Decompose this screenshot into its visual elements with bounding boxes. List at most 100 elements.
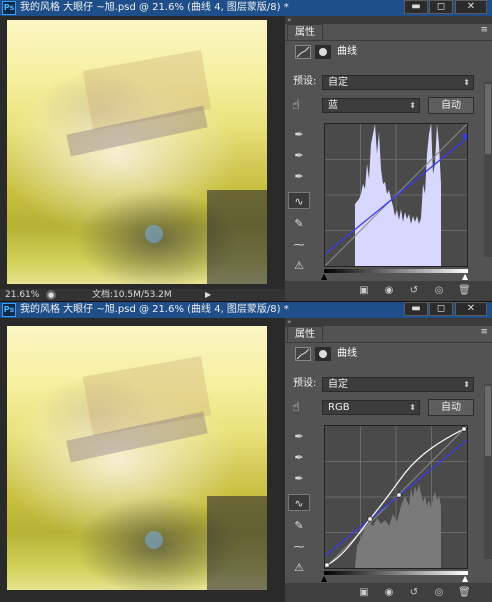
adjustment-name: 曲线 [337,46,357,57]
targeted-adjustment-hand-icon[interactable]: ☝ [292,98,300,113]
photoshop-app-icon: Ps [2,303,16,317]
document-window-top: Ps 我的风格 大眼仔 ~旭.psd @ 21.6% (曲线 4, 图层蒙版/8… [0,0,492,301]
maximize-button[interactable]: ◻ [429,302,453,316]
canvas-image[interactable] [7,20,267,284]
document-title: 我的风格 大眼仔 ~旭.psd @ 21.6% (曲线 4, 图层蒙版/8) * [20,2,289,13]
black-point-eyedropper-icon[interactable]: ✒ [288,126,310,143]
channel-value: RGB [328,402,350,413]
clip-to-layer-icon[interactable]: ▣ [358,285,370,297]
input-gradient-bar [324,269,468,273]
layer-mask-icon[interactable] [315,45,331,59]
view-previous-state-icon[interactable]: ◉ [383,587,395,599]
panel-topbar: « [285,16,492,24]
dropdown-arrow-icon: ⬍ [463,78,470,87]
scroll-thumb[interactable] [485,84,491,154]
clipping-warning-icon[interactable]: ⚠ [288,559,310,576]
adjustment-name: 曲线 [337,348,357,359]
play-icon[interactable]: ▶ [205,289,211,301]
properties-panel: « 属性 ≡ 曲线 预设: 自定 ⬍ ☝ 蓝 ⬍ 自动 ✒ ✒ ✒ ∿ ✎ ⁓ … [285,16,492,301]
channel-value: 蓝 [328,100,338,111]
white-point-slider[interactable]: ▲ [462,272,468,281]
title-bar[interactable]: Ps 我的风格 大眼仔 ~旭.psd @ 21.6% (曲线 4, 图层蒙版/8… [0,0,492,16]
panel-topbar: « [285,318,492,326]
trash-icon[interactable]: 🗑 [458,587,471,599]
document-size: 文档:10.5M/53.2M [92,290,172,300]
preset-value: 自定 [328,77,348,88]
divider [285,342,492,343]
view-previous-state-icon[interactable]: ◉ [383,285,395,297]
black-point-eyedropper-icon[interactable]: ✒ [288,428,310,445]
panel-scrollbar[interactable] [484,82,492,257]
edit-points-curve-icon[interactable]: ∿ [288,494,310,511]
document-window-bottom: Ps 我的风格 大眼仔 ~旭.psd @ 21.6% (曲线 4, 图层蒙版/8… [0,301,492,602]
reset-icon[interactable]: ↺ [408,285,420,297]
curve-point[interactable] [463,134,467,138]
title-bar[interactable]: Ps 我的风格 大眼仔 ~旭.psd @ 21.6% (曲线 4, 图层蒙版/8… [0,302,492,318]
status-bar: 21.61% ● 文档:10.5M/53.2M ▶ [0,289,285,301]
curve-point[interactable] [325,562,330,568]
curve-point[interactable] [461,426,467,432]
preset-label: 预设: [293,76,317,87]
status-info-icon[interactable]: ● [46,290,56,300]
close-button[interactable]: ✕ [455,0,487,14]
white-point-slider[interactable]: ▲ [462,574,468,583]
toggle-visibility-icon[interactable]: ◎ [433,285,445,297]
channel-dropdown[interactable]: 蓝 ⬍ [322,98,420,113]
panel-menu-icon[interactable]: ≡ [480,25,488,35]
layer-mask-icon[interactable] [315,347,331,361]
toggle-visibility-icon[interactable]: ◎ [433,587,445,599]
scroll-thumb[interactable] [485,386,491,456]
properties-panel: « 属性 ≡ 曲线 预设: 自定 ⬍ ☝ RGB ⬍ 自动 ✒ ✒ ✒ ∿ ✎ … [285,318,492,602]
pencil-draw-icon[interactable]: ✎ [288,517,310,534]
document-title: 我的风格 大眼仔 ~旭.psd @ 21.6% (曲线 4, 图层蒙版/8) * [20,304,289,315]
preset-dropdown[interactable]: 自定 ⬍ [322,75,474,90]
pencil-draw-icon[interactable]: ✎ [288,215,310,232]
maximize-button[interactable]: ◻ [429,0,453,14]
edit-points-curve-icon[interactable]: ∿ [288,192,310,209]
curve-point[interactable] [396,492,402,498]
trash-icon[interactable]: 🗑 [458,285,471,297]
smooth-curve-icon[interactable]: ⁓ [288,538,310,555]
gray-point-eyedropper-icon[interactable]: ✒ [288,147,310,164]
auto-button[interactable]: 自动 [428,97,474,114]
white-point-eyedropper-icon[interactable]: ✒ [288,168,310,185]
curves-graph-svg [325,124,467,266]
close-button[interactable]: ✕ [455,302,487,316]
dropdown-arrow-icon: ⬍ [409,403,416,412]
dropdown-arrow-icon: ⬍ [463,380,470,389]
gray-point-eyedropper-icon[interactable]: ✒ [288,449,310,466]
lens-flare [145,531,163,549]
preset-value: 自定 [328,379,348,390]
preset-dropdown[interactable]: 自定 ⬍ [322,377,474,392]
collapse-icon[interactable]: « [287,318,291,326]
curves-graph[interactable] [324,123,468,267]
minimize-button[interactable]: ▬ [404,0,428,14]
auto-button[interactable]: 自动 [428,399,474,416]
curves-adjustment-icon [295,347,311,361]
tab-properties[interactable]: 属性 [287,24,323,40]
canvas-image[interactable] [7,326,267,590]
curve-point[interactable] [367,516,373,522]
zoom-level[interactable]: 21.61% [5,289,39,301]
clipping-warning-icon[interactable]: ⚠ [288,257,310,274]
panel-scrollbar[interactable] [484,384,492,559]
panel-menu-icon[interactable]: ≡ [480,327,488,337]
curves-graph[interactable] [324,425,468,569]
tab-properties[interactable]: 属性 [287,326,323,342]
figure-silhouette [207,190,267,284]
input-gradient-bar [324,571,468,575]
dropdown-arrow-icon: ⬍ [409,101,416,110]
targeted-adjustment-hand-icon[interactable]: ☝ [292,400,300,415]
clip-to-layer-icon[interactable]: ▣ [358,587,370,599]
minimize-button[interactable]: ▬ [404,302,428,316]
preset-label: 预设: [293,378,317,389]
curves-graph-svg [325,426,467,568]
white-point-eyedropper-icon[interactable]: ✒ [288,470,310,487]
reset-icon[interactable]: ↺ [408,587,420,599]
collapse-icon[interactable]: « [287,16,291,24]
channel-dropdown[interactable]: RGB ⬍ [322,400,420,415]
black-point-slider[interactable]: ▲ [321,272,327,281]
smooth-curve-icon[interactable]: ⁓ [288,236,310,253]
black-point-slider[interactable]: ▲ [321,574,327,583]
panel-bottom-bar: ▣ ◉ ↺ ◎ 🗑 [285,281,492,301]
